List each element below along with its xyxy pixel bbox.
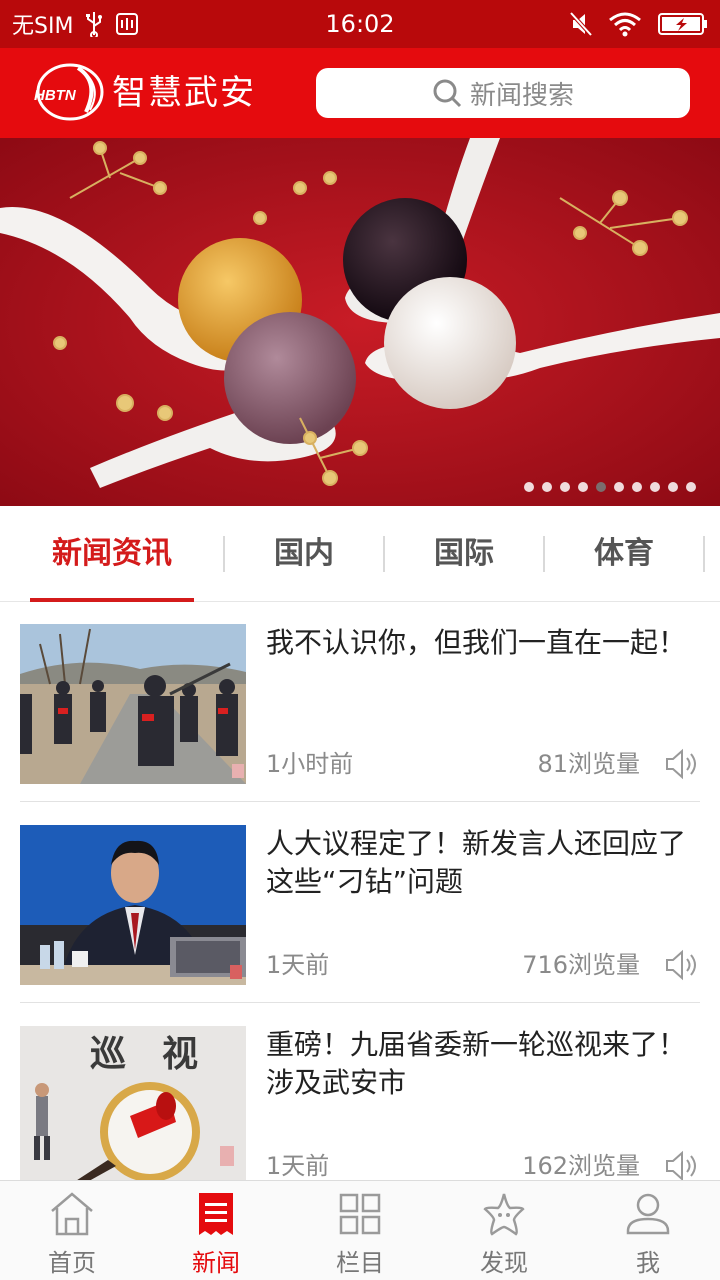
news-item[interactable]: 我不认识你，但我们一直在一起！ 1小时前 81浏览量 xyxy=(20,602,700,802)
grid-icon xyxy=(339,1193,381,1235)
carousel-dot[interactable] xyxy=(542,482,552,492)
news-title: 人大议程定了！新发言人还回应了这些“刁钻”问题 xyxy=(266,827,687,898)
nav-columns[interactable]: 栏目 xyxy=(288,1181,432,1280)
svg-text:HBTN: HBTN xyxy=(34,87,77,104)
nav-home[interactable]: 首页 xyxy=(0,1181,144,1280)
svg-text:巡 视: 巡 视 xyxy=(90,1033,198,1075)
news-item[interactable]: 巡 视 重磅！九届省委新一轮巡视来了！涉及武安市 1天前 162浏览量 xyxy=(20,1004,700,1180)
carousel-dot[interactable] xyxy=(596,482,606,492)
hbtn-logo: HBTN xyxy=(34,63,104,121)
carousel-dot[interactable] xyxy=(578,482,588,492)
carousel-dot[interactable] xyxy=(560,482,570,492)
search-icon xyxy=(433,79,462,108)
news-icon xyxy=(199,1193,233,1235)
bottom-nav: 首页 新闻 栏目 发现 我 xyxy=(0,1180,720,1280)
speaker-icon[interactable] xyxy=(664,947,700,983)
carousel-dot[interactable] xyxy=(632,482,642,492)
news-item[interactable]: 人大议程定了！新发言人还回应了这些“刁钻”问题 1天前 716浏览量 xyxy=(20,803,700,1003)
banner-image xyxy=(0,138,720,506)
search-placeholder: 新闻搜索 xyxy=(469,80,574,111)
news-thumbnail xyxy=(20,624,246,784)
star-icon xyxy=(483,1193,525,1236)
carousel-dot[interactable] xyxy=(686,482,696,492)
search-input[interactable]: 新闻搜索 xyxy=(316,68,690,118)
carousel-dot[interactable] xyxy=(668,482,678,492)
carousel-dot[interactable] xyxy=(524,482,534,492)
nav-label: 发现 xyxy=(480,1249,528,1277)
tab-news-info[interactable]: 新闻资讯 xyxy=(32,506,192,602)
tab-domestic[interactable]: 国内 xyxy=(224,506,384,602)
mute-icon xyxy=(570,11,592,37)
news-time: 1天前 xyxy=(266,1152,330,1180)
tab-divider xyxy=(703,536,705,572)
nav-label: 首页 xyxy=(48,1249,96,1277)
home-icon xyxy=(51,1192,93,1236)
news-time: 1天前 xyxy=(266,951,330,979)
banner-carousel[interactable] xyxy=(0,138,720,506)
tab-international[interactable]: 国际 xyxy=(384,506,544,602)
nav-label: 新闻 xyxy=(192,1249,240,1277)
status-bar: 无SIM 16:02 xyxy=(0,0,720,48)
nav-discover[interactable]: 发现 xyxy=(432,1181,576,1280)
speaker-icon[interactable] xyxy=(664,746,700,782)
app-header: HBTN 智慧武安 新闻搜索 xyxy=(0,48,720,138)
wifi-icon xyxy=(609,12,641,37)
news-thumbnail: 巡 视 xyxy=(20,1026,246,1180)
news-list: 我不认识你，但我们一直在一起！ 1小时前 81浏览量 人大议程定了！新发言人还回… xyxy=(0,602,720,1180)
category-tabs: 新闻资讯 国内 国际 体育 xyxy=(0,506,720,602)
carousel-dot[interactable] xyxy=(650,482,660,492)
news-views: 716浏览量 xyxy=(522,951,640,979)
nav-me[interactable]: 我 xyxy=(576,1181,720,1280)
app-title: 智慧武安 xyxy=(112,73,256,113)
speaker-icon[interactable] xyxy=(664,1148,700,1180)
news-time: 1小时前 xyxy=(266,750,354,778)
nav-news[interactable]: 新闻 xyxy=(144,1181,288,1280)
news-views: 162浏览量 xyxy=(522,1152,640,1180)
battery-charging-icon xyxy=(658,13,707,35)
nav-label: 栏目 xyxy=(336,1249,384,1277)
user-icon xyxy=(626,1193,670,1235)
carousel-dot[interactable] xyxy=(614,482,624,492)
tab-sports[interactable]: 体育 xyxy=(544,506,704,602)
news-title: 重磅！九届省委新一轮巡视来了！涉及武安市 xyxy=(266,1028,687,1099)
news-title: 我不认识你，但我们一直在一起！ xyxy=(266,626,687,659)
news-thumbnail xyxy=(20,825,246,985)
nav-label: 我 xyxy=(636,1249,660,1277)
news-views: 81浏览量 xyxy=(537,750,640,778)
carousel-indicator[interactable] xyxy=(524,482,696,492)
